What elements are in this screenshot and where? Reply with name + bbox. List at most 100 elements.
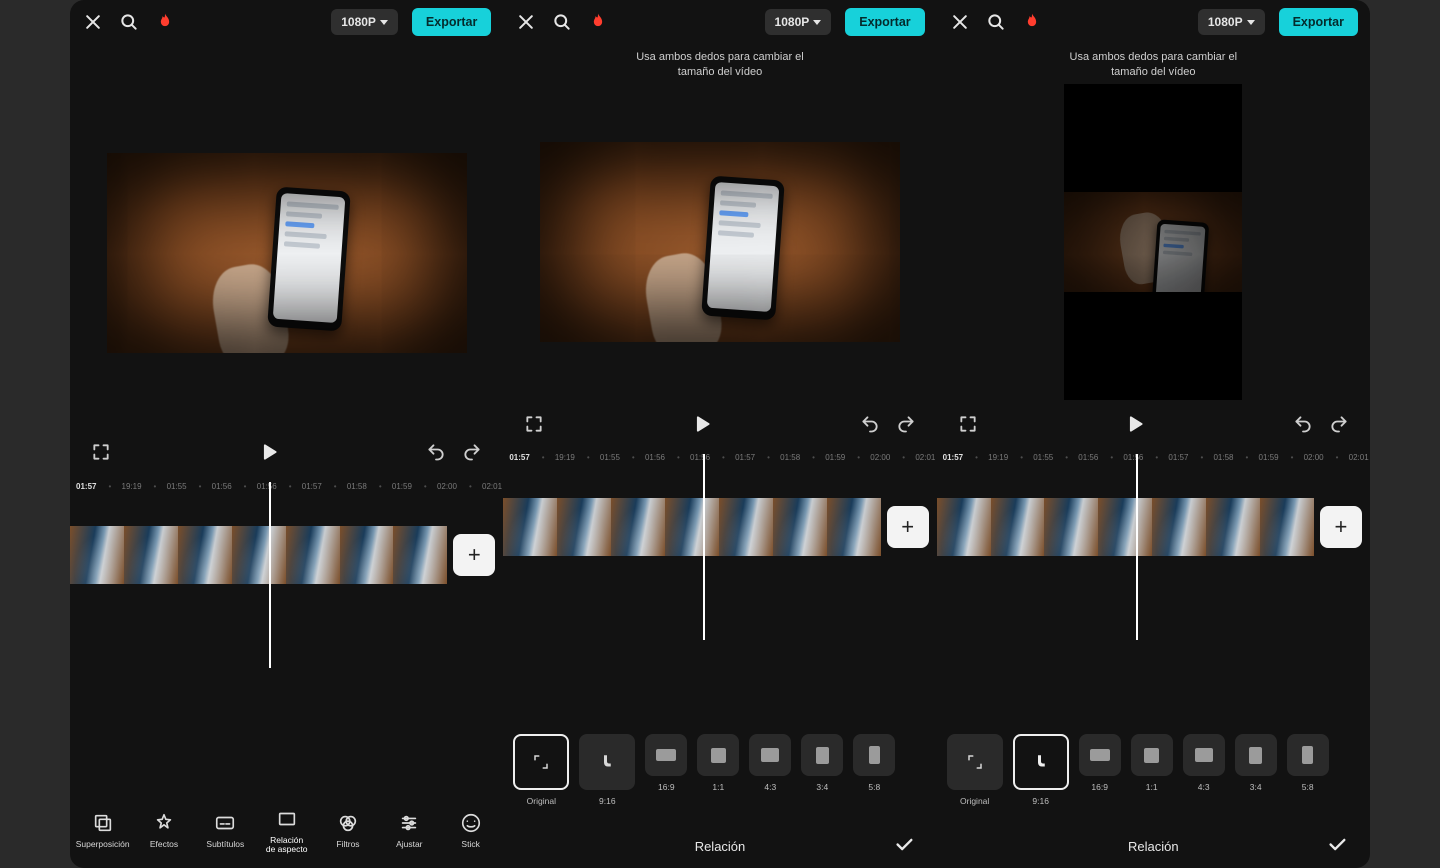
undo-button[interactable] — [857, 411, 883, 437]
preview-area[interactable] — [937, 84, 1370, 400]
ratio-confirm-bar: Relación — [503, 824, 936, 868]
ratio-1-1[interactable]: 1:1 — [1131, 734, 1173, 792]
clip-frame[interactable] — [773, 498, 827, 556]
clip-frame[interactable] — [1044, 498, 1098, 556]
flame-icon[interactable] — [587, 11, 609, 33]
add-clip-button[interactable]: + — [453, 534, 495, 576]
close-icon[interactable] — [515, 11, 537, 33]
top-bar: 1080P Exportar — [503, 0, 936, 44]
clip-frame[interactable] — [1260, 498, 1314, 556]
add-clip-button[interactable]: + — [887, 506, 929, 548]
time-ruler[interactable]: 01:5719:19 01:5501:5601:5601:5701:5801:5… — [937, 448, 1370, 468]
playhead[interactable] — [269, 482, 271, 668]
timeline-track[interactable]: + — [503, 488, 936, 566]
preview-area[interactable] — [70, 78, 503, 428]
time-ruler[interactable]: 01:5719:19 01:5501:5601:5601:5701:5801:5… — [503, 448, 936, 468]
ratio-original[interactable]: Original — [947, 734, 1003, 806]
clip-frame[interactable] — [1152, 498, 1206, 556]
tool-aspect-ratio[interactable]: Relación de aspecto — [258, 807, 315, 854]
clip-frame[interactable] — [557, 498, 611, 556]
export-button[interactable]: Exportar — [845, 8, 924, 36]
ratio-16-9[interactable]: 16:9 — [645, 734, 687, 792]
flame-icon[interactable] — [154, 11, 176, 33]
ratio-picker: Original 9:16 16:9 1:1 4:3 3:4 5:8 — [503, 728, 936, 824]
fullscreen-button[interactable] — [88, 439, 114, 465]
clip-frame[interactable] — [991, 498, 1045, 556]
clip-frame[interactable] — [665, 498, 719, 556]
undo-button[interactable] — [423, 439, 449, 465]
playhead[interactable] — [1136, 454, 1138, 640]
timeline-track[interactable]: + — [937, 488, 1370, 566]
confirm-button[interactable] — [893, 834, 915, 859]
clip-strip[interactable] — [503, 498, 880, 556]
clip-strip[interactable] — [937, 498, 1314, 556]
clip-frame[interactable] — [124, 526, 178, 584]
tool-adjust[interactable]: Ajustar — [381, 811, 438, 849]
redo-button[interactable] — [1326, 411, 1352, 437]
resolution-dropdown[interactable]: 1080P — [765, 9, 832, 35]
clip-frame[interactable] — [1206, 498, 1260, 556]
tool-effects[interactable]: Efectos — [135, 811, 192, 849]
clip-frame[interactable] — [937, 498, 991, 556]
search-icon[interactable] — [118, 11, 140, 33]
preview-area[interactable] — [503, 84, 936, 400]
clip-frame[interactable] — [70, 526, 124, 584]
add-clip-button[interactable]: + — [1320, 506, 1362, 548]
clip-frame[interactable] — [286, 526, 340, 584]
flame-icon[interactable] — [1021, 11, 1043, 33]
clip-frame[interactable] — [340, 526, 394, 584]
transport-bar — [937, 400, 1370, 448]
resolution-dropdown[interactable]: 1080P — [331, 9, 398, 35]
ratio-4-3[interactable]: 4:3 — [749, 734, 791, 792]
clip-frame[interactable] — [611, 498, 665, 556]
tool-filters[interactable]: Filtros — [319, 811, 376, 849]
tool-subtitles[interactable]: Subtítulos — [197, 811, 254, 849]
ratio-5-8[interactable]: 5:8 — [853, 734, 895, 792]
close-icon[interactable] — [82, 11, 104, 33]
clip-frame[interactable] — [503, 498, 557, 556]
clip-frame[interactable] — [719, 498, 773, 556]
ratio-9-16[interactable]: 9:16 — [1013, 734, 1069, 806]
time-ruler[interactable]: 01:5719:19 01:5501:5601:5601:5701:5801:5… — [70, 476, 503, 496]
ratio-5-8[interactable]: 5:8 — [1287, 734, 1329, 792]
clip-frame[interactable] — [178, 526, 232, 584]
ratio-3-4[interactable]: 3:4 — [1235, 734, 1277, 792]
ratio-confirm-bar: Relación — [937, 824, 1370, 868]
clip-strip[interactable] — [70, 526, 447, 584]
ratio-3-4[interactable]: 3:4 — [801, 734, 843, 792]
clip-frame[interactable] — [393, 526, 447, 584]
timeline-track[interactable]: + — [70, 516, 503, 594]
export-button[interactable]: Exportar — [1279, 8, 1358, 36]
redo-button[interactable] — [893, 411, 919, 437]
fullscreen-button[interactable] — [955, 411, 981, 437]
clip-frame[interactable] — [232, 526, 286, 584]
resolution-dropdown[interactable]: 1080P — [1198, 9, 1265, 35]
redo-button[interactable] — [459, 439, 485, 465]
play-button[interactable] — [256, 439, 282, 465]
close-icon[interactable] — [949, 11, 971, 33]
clip-frame[interactable] — [827, 498, 881, 556]
play-button[interactable] — [1122, 411, 1148, 437]
undo-button[interactable] — [1290, 411, 1316, 437]
tool-overlay[interactable]: Superposición — [74, 811, 131, 849]
bottom-toolbar: Superposición Efectos Subtítulos Relació… — [70, 792, 503, 868]
playhead[interactable] — [703, 454, 705, 640]
tool-sticker[interactable]: Stick — [442, 811, 499, 849]
panel-ratio-916: 1080P Exportar Usa ambos dedos para camb… — [937, 0, 1370, 868]
fullscreen-button[interactable] — [521, 411, 547, 437]
search-icon[interactable] — [985, 11, 1007, 33]
ratio-16-9[interactable]: 16:9 — [1079, 734, 1121, 792]
search-icon[interactable] — [551, 11, 573, 33]
ratio-4-3[interactable]: 4:3 — [1183, 734, 1225, 792]
transport-bar — [70, 428, 503, 476]
ruler-current: 01:57 — [76, 482, 96, 491]
ratio-1-1[interactable]: 1:1 — [697, 734, 739, 792]
panel-ratio-original: 1080P Exportar Usa ambos dedos para camb… — [503, 0, 936, 868]
screenshot-triptych: 1080P Exportar . 01:5719:19 01:5501:5601… — [70, 0, 1370, 868]
clip-frame[interactable] — [1098, 498, 1152, 556]
play-button[interactable] — [689, 411, 715, 437]
ratio-9-16[interactable]: 9:16 — [579, 734, 635, 806]
export-button[interactable]: Exportar — [412, 8, 491, 36]
confirm-button[interactable] — [1326, 834, 1348, 859]
ratio-original[interactable]: Original — [513, 734, 569, 806]
